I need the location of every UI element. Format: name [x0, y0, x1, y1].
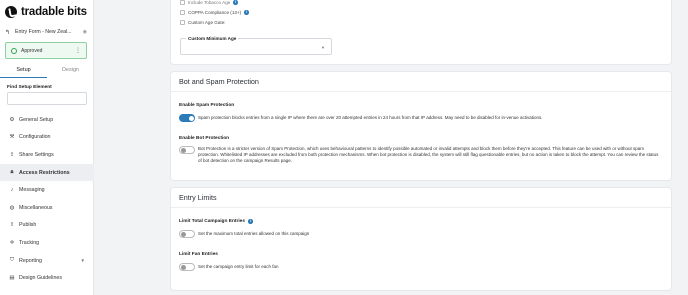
bell-icon: ♪ — [10, 187, 14, 194]
wrench-icon: ⚒ — [9, 134, 15, 141]
sidebar-item-design-guidelines[interactable]: ▤ Design Guidelines — [0, 269, 94, 287]
sidebar-item-label: Share Settings — [19, 151, 54, 158]
sidebar-item-label: Access Restrictions — [19, 169, 70, 176]
brand-logo[interactable]: tradable bits — [5, 6, 87, 18]
status-dropdown[interactable]: Approved ⋮ — [5, 42, 87, 59]
back-arrow-icon[interactable]: ↰ — [5, 29, 10, 36]
sidebar-item-label: Design Guidelines — [19, 275, 62, 282]
limit-total-field: Limit Total Campaign Entries i Set the m… — [179, 219, 663, 238]
sidebar-item-access-restrictions[interactable]: 🔒︎ Access Restrictions — [0, 163, 94, 182]
tab-design[interactable]: Design — [47, 64, 94, 78]
limit-total-label: Limit Total Campaign Entries i — [179, 219, 663, 224]
sidebar-item-label: Publish — [19, 222, 37, 229]
sidebar-item-label: General Setup — [19, 116, 54, 123]
custom-age-gate-option[interactable]: Custom Age Gate: — [180, 20, 226, 25]
chevron-down-icon: ▼ — [321, 45, 325, 50]
status-label: Approved — [21, 47, 43, 54]
check-circle-icon — [11, 47, 17, 54]
info-icon[interactable]: i — [233, 0, 238, 5]
sidebar-item-reporting[interactable]: ⛉ Reporting ▼ — [0, 252, 94, 270]
coppa-option[interactable]: COPPA Compliance (13+) i — [180, 10, 249, 15]
kebab-menu-icon[interactable]: ⋮ — [75, 47, 81, 54]
sidebar-item-general-setup[interactable]: ⚙ General Setup — [0, 111, 94, 129]
spam-protection-toggle[interactable] — [179, 114, 195, 122]
sidebar-item-label: Tracking — [19, 239, 40, 246]
bot-protection-field: Enable Bot Protection Bot Protection is … — [179, 136, 663, 164]
info-icon[interactable]: i — [248, 219, 253, 224]
enable-bot-label: Enable Bot Protection — [179, 136, 230, 141]
lock-icon: 🔒︎ — [10, 169, 14, 176]
sidebar-item-label: Reporting — [19, 257, 42, 264]
custom-age-gate-checkbox[interactable] — [180, 20, 185, 25]
entry-limits-heading: Entry Limits — [171, 188, 671, 208]
find-setup-label: Find Setup Element — [7, 85, 52, 90]
globe-icon: ◍ — [9, 204, 15, 211]
campaign-title: Entry Form - New Zeal... — [15, 29, 72, 35]
upload-icon: ⇧ — [9, 222, 15, 229]
find-setup-element: Find Setup Element — [7, 85, 87, 105]
sidebar-item-label: Messaging — [19, 187, 45, 194]
limit-fan-field: Limit Fan Entries Set the campaign entry… — [179, 252, 663, 271]
coppa-label: COPPA Compliance (13+) — [188, 10, 242, 15]
limit-fan-toggle[interactable] — [179, 263, 195, 271]
shield-icon: ⛉ — [9, 257, 15, 264]
bot-protection-desc: Bot Protection is a stricter version of … — [198, 146, 659, 164]
sidebar-item-share-settings[interactable]: ⇪ Share Settings — [0, 146, 94, 164]
sidebar-item-messaging[interactable]: ♪ Messaging — [0, 181, 94, 199]
eye-icon[interactable]: ◉ — [83, 29, 87, 35]
find-setup-input[interactable] — [7, 92, 87, 105]
share-icon: ⇪ — [9, 151, 15, 158]
bot-spam-heading: Bot and Spam Protection — [171, 72, 671, 92]
sidebar-item-label: Configuration — [19, 134, 51, 141]
tab-setup[interactable]: Setup — [0, 64, 47, 78]
limit-fan-label: Limit Fan Entries — [179, 252, 218, 257]
age-restrictions-card: Include Tobacco Age i COPPA Compliance (… — [171, 0, 671, 64]
bot-spam-card: Bot and Spam Protection Enable Spam Prot… — [171, 72, 671, 180]
enable-spam-label: Enable Spam Protection — [179, 103, 235, 108]
book-icon: ▤ — [9, 275, 15, 282]
sidebar-item-miscellaneous[interactable]: ◍ Miscellaneous — [0, 199, 94, 217]
chevron-down-icon: ▼ — [80, 258, 85, 264]
tobacco-age-label: Include Tobacco Age — [188, 0, 231, 5]
entry-limits-card: Entry Limits Limit Total Campaign Entrie… — [171, 188, 671, 290]
custom-age-gate-label: Custom Age Gate: — [188, 20, 226, 25]
sidebar-item-configuration[interactable]: ⚒ Configuration — [0, 129, 94, 147]
custom-minimum-age-label: Custom Minimum Age — [186, 36, 239, 41]
sidebar: tradable bits ↰ Entry Form - New Zeal...… — [0, 0, 94, 295]
tobacco-age-option[interactable]: Include Tobacco Age i — [180, 0, 238, 5]
spam-protection-desc: Spam protection blocks entries from a si… — [198, 114, 543, 120]
logo-icon — [5, 6, 17, 18]
sidebar-tabs: Setup Design — [0, 64, 94, 78]
sidebar-item-label: Miscellaneous — [19, 204, 53, 211]
crosshair-icon: ✛ — [9, 239, 15, 246]
limit-total-toggle[interactable] — [179, 230, 195, 238]
main-content: Include Tobacco Age i COPPA Compliance (… — [94, 0, 688, 295]
custom-minimum-age-select[interactable]: Custom Minimum Age ▼ — [180, 36, 332, 55]
info-icon[interactable]: i — [244, 10, 249, 15]
spam-protection-field: Enable Spam Protection Spam protection b… — [179, 103, 663, 122]
coppa-checkbox[interactable] — [180, 10, 185, 15]
limit-fan-desc: Set the campaign entry limit for each fa… — [198, 263, 279, 269]
sidebar-item-publish[interactable]: ⇧ Publish — [0, 217, 94, 235]
sidebar-item-tracking[interactable]: ✛ Tracking — [0, 234, 94, 252]
tobacco-age-checkbox[interactable] — [180, 0, 185, 5]
sidebar-nav: ⚙ General Setup ⚒ Configuration ⇪ Share Set… — [0, 111, 94, 287]
campaign-header: ↰ Entry Form - New Zeal... ◉ — [5, 26, 87, 38]
limit-total-text: Limit Total Campaign Entries — [179, 219, 246, 224]
bot-protection-toggle[interactable] — [179, 146, 195, 154]
brand-name: tradable bits — [21, 6, 87, 18]
gear-icon: ⚙ — [9, 116, 15, 123]
limit-total-desc: Set the maximum total entries allowed on… — [198, 230, 310, 236]
